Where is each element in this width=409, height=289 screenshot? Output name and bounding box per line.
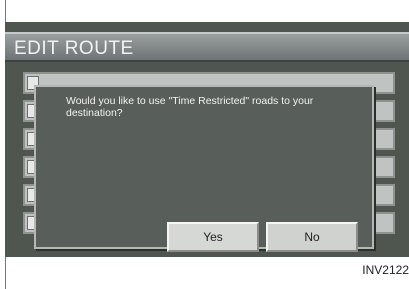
- title-bar: EDIT ROUTE: [5, 32, 409, 62]
- yes-button[interactable]: Yes: [167, 222, 259, 252]
- window-title: EDIT ROUTE: [14, 38, 134, 59]
- navigation-screen: EDIT ROUTE Would you like to use "Time R…: [5, 22, 409, 257]
- confirm-dialog: Would you like to use "Time Restricted" …: [34, 85, 374, 252]
- dialog-message: Would you like to use "Time Restricted" …: [66, 95, 314, 119]
- no-button[interactable]: No: [266, 222, 358, 252]
- figure-caption: INV2122: [362, 263, 409, 277]
